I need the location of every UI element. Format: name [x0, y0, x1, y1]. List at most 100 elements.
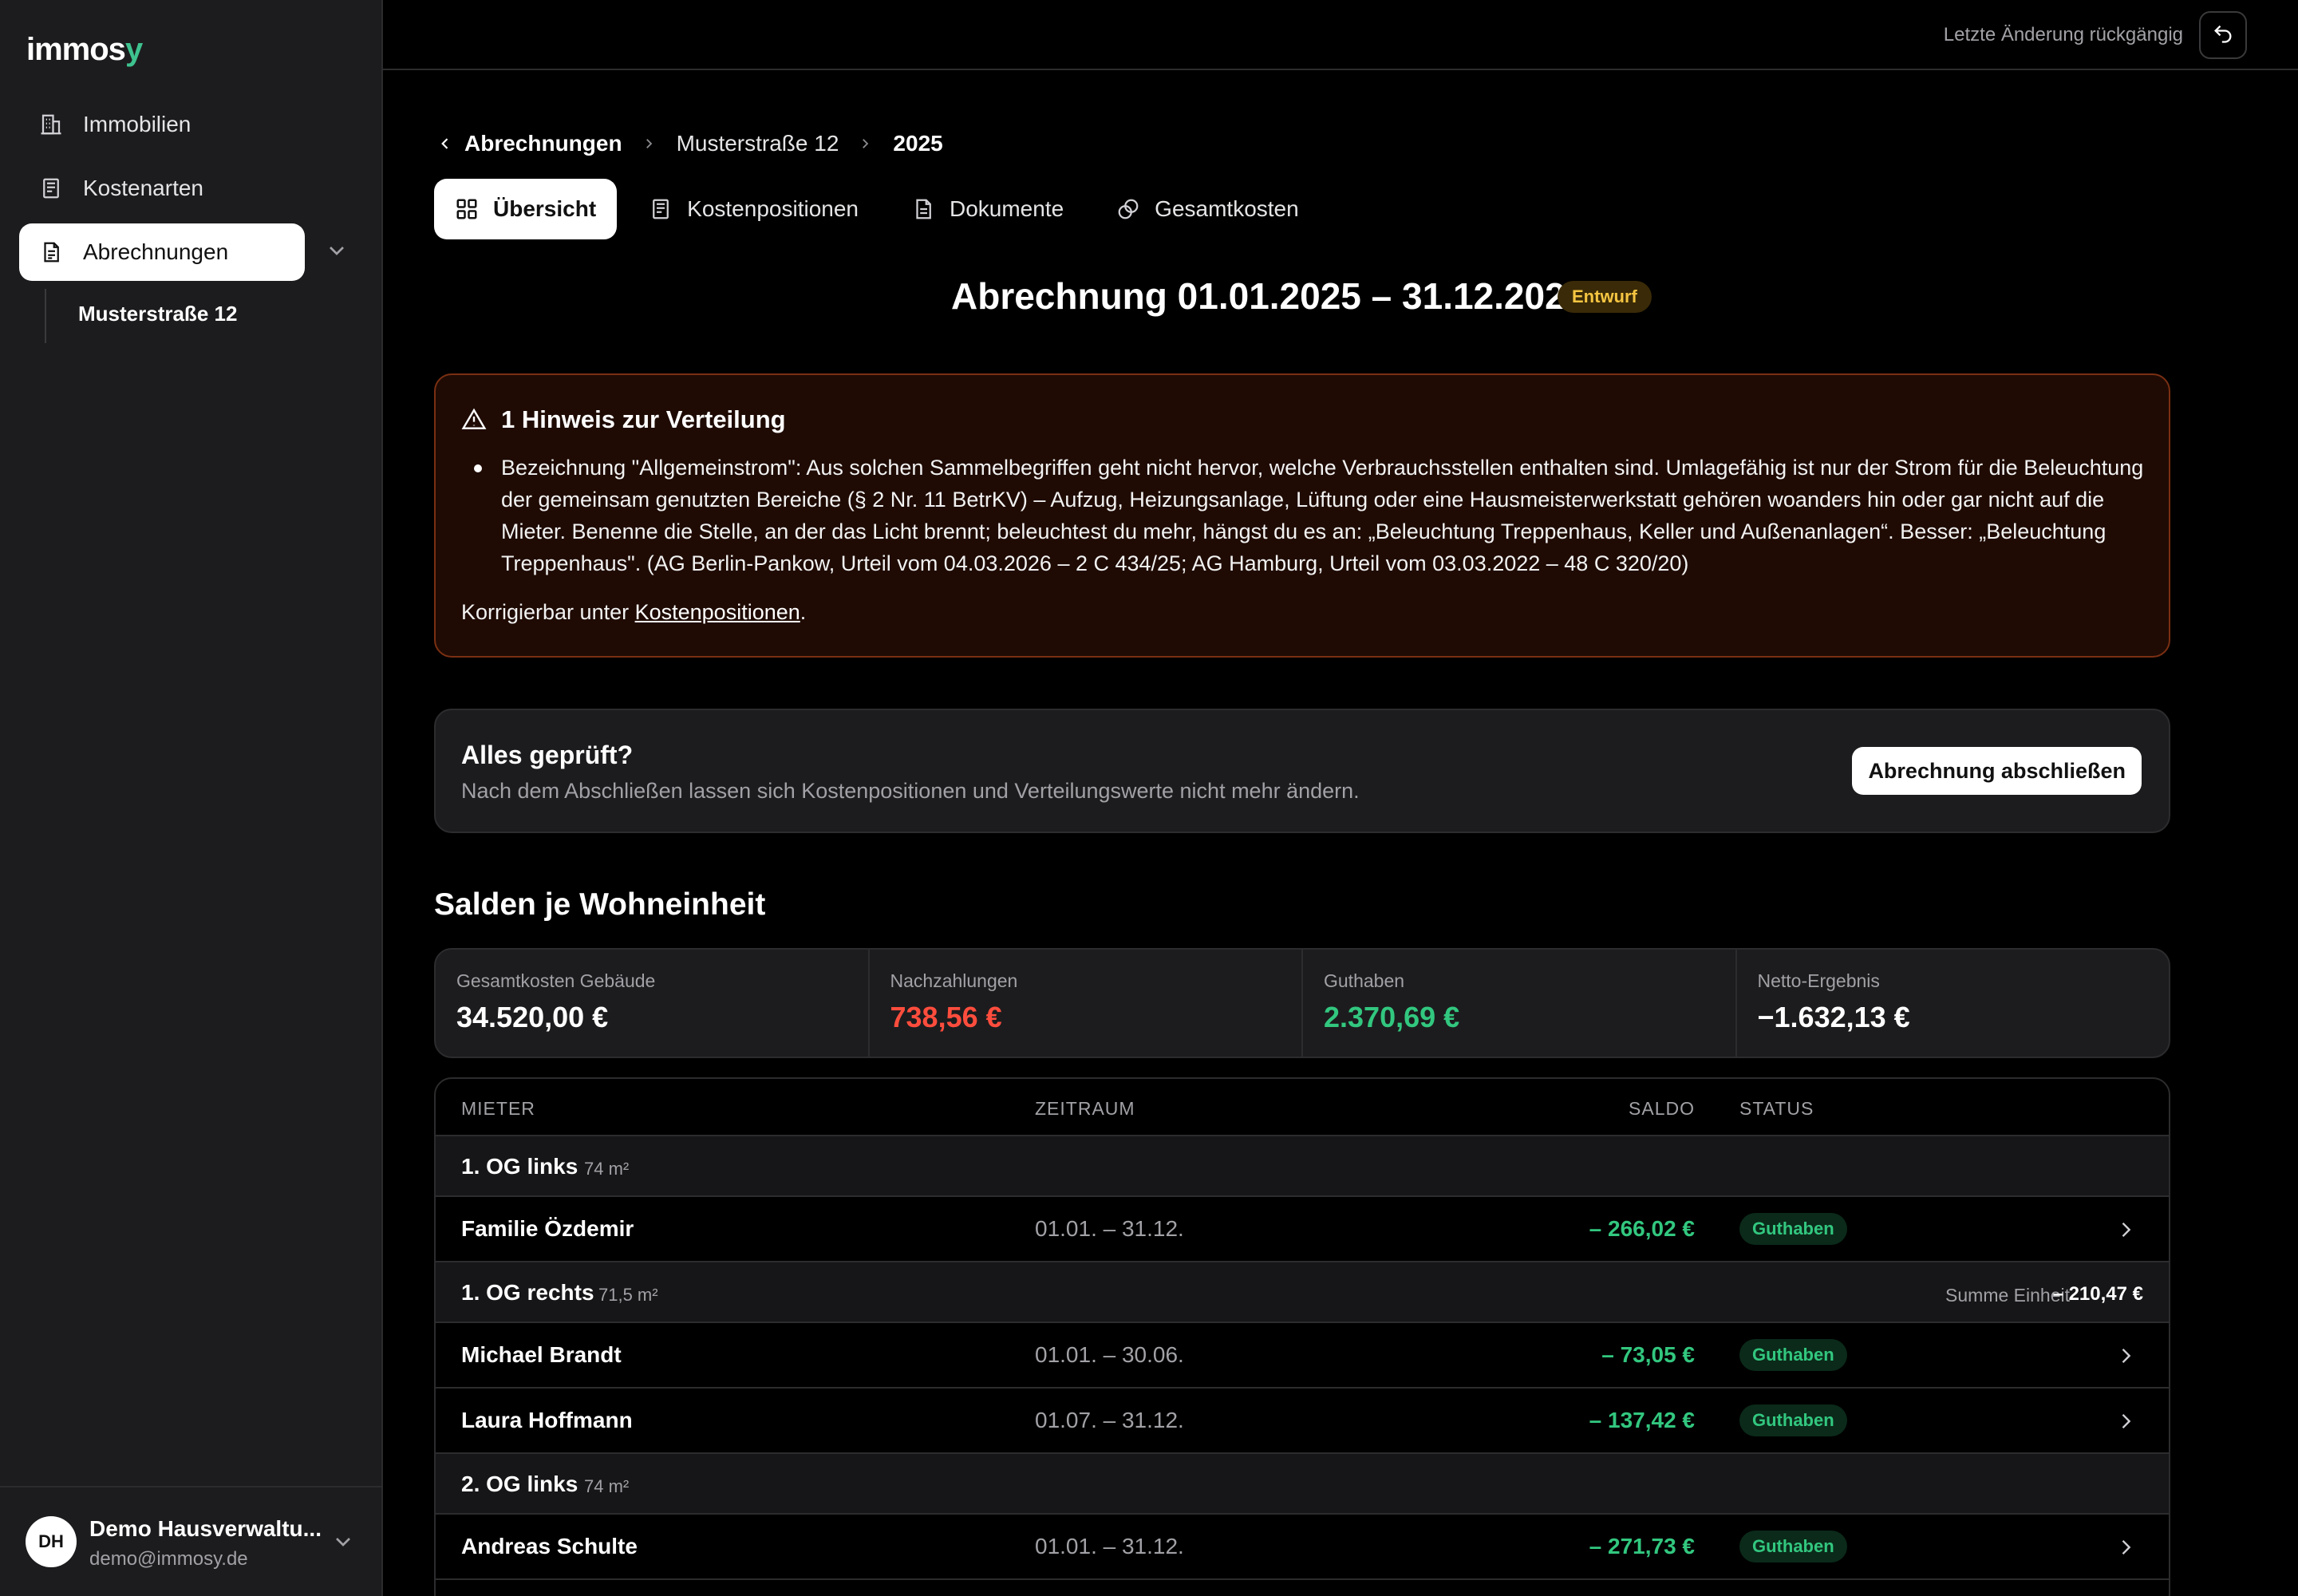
- tenant-name: Andreas Schulte: [461, 1534, 638, 1558]
- table-row[interactable]: Michael Brandt 01.01. – 30.06. – 73,05 €…: [436, 1323, 2169, 1389]
- unit-area: 74 m²: [584, 1159, 630, 1179]
- finalize-card: Alles geprüft? Nach dem Abschließen lass…: [434, 709, 2170, 833]
- tenant-period: 01.01. – 31.12.: [1035, 1534, 1184, 1558]
- undo-button[interactable]: [2199, 11, 2247, 59]
- coins-icon: [1116, 197, 1140, 221]
- chevron-down-icon[interactable]: [330, 1529, 356, 1555]
- sidebar-item-immobilien[interactable]: Immobilien: [19, 96, 305, 153]
- tab-dokumente[interactable]: Dokumente: [890, 179, 1084, 239]
- account-switcher[interactable]: DH Demo Hausverwaltu... demo@immosy.de: [0, 1486, 381, 1596]
- tab-uebersicht[interactable]: Übersicht: [434, 179, 618, 239]
- tenant-name: Laura Hoffmann: [461, 1408, 633, 1432]
- undo-label: Letzte Änderung rückgängig: [1943, 24, 2183, 45]
- column-header-status[interactable]: STATUS: [1739, 1098, 1814, 1120]
- chevron-left-icon[interactable]: [437, 136, 453, 152]
- unit-group-row: 1. OG rechts 71,5 m² Summe Einheit – 210…: [436, 1262, 2169, 1323]
- table-row[interactable]: Andreas Schulte 01.01. – 31.12. – 271,73…: [436, 1515, 2169, 1580]
- warning-title: 1 Hinweis zur Verteilung: [501, 405, 786, 433]
- sidebar-item-label: Immobilien: [83, 112, 192, 136]
- stat-credits: Guthaben 2.370,69 €: [1303, 950, 1737, 1057]
- tenant-name: Familie Özdemir: [461, 1216, 634, 1241]
- warning-item: Bezeichnung "Allgemeinstrom": Aus solche…: [501, 456, 2144, 575]
- unit-area: 74 m²: [584, 1476, 630, 1496]
- unit-sum-label: Summe Einheit: [1945, 1285, 2070, 1306]
- chevron-down-icon[interactable]: [324, 238, 349, 263]
- tenant-balance: – 266,02 €: [1589, 1216, 1695, 1241]
- tenant-balance: – 137,42 €: [1589, 1408, 1695, 1432]
- tab-label: Kostenpositionen: [687, 196, 859, 221]
- section-title: Salden je Wohneinheit: [434, 887, 766, 922]
- stat-additional-payments: Nachzahlungen 738,56 €: [870, 950, 1303, 1057]
- tab-label: Gesamtkosten: [1155, 196, 1299, 221]
- status-badge: Guthaben: [1739, 1339, 1847, 1371]
- breadcrumb-property-link[interactable]: Musterstraße 12: [677, 131, 839, 156]
- finalize-title: Alles geprüft?: [461, 741, 634, 769]
- building-icon: [38, 112, 64, 137]
- sidebar-item-abrechnungen[interactable]: Abrechnungen: [19, 223, 305, 281]
- table-row[interactable]: Familie Özdemir 01.01. – 31.12. – 266,02…: [436, 1197, 2169, 1262]
- unit-name: 2. OG links: [461, 1472, 578, 1496]
- warning-footer: Korrigierbar unter Kostenpositionen.: [461, 600, 807, 624]
- grid-icon: [455, 197, 479, 221]
- sidebar-subitem-musterstrasse[interactable]: Musterstraße 12: [78, 302, 237, 326]
- bullet: [474, 464, 482, 472]
- org-name: Demo Hausverwaltu...: [89, 1516, 322, 1541]
- sidebar: immosy Immobilien Kostenarten Abrechnung…: [0, 0, 383, 1596]
- chevron-right-icon[interactable]: [2114, 1410, 2137, 1432]
- avatar: DH: [26, 1516, 77, 1567]
- tab-label: Übersicht: [493, 196, 597, 221]
- tenant-name: Michael Brandt: [461, 1342, 622, 1367]
- finalize-button[interactable]: Abrechnung abschließen: [1852, 747, 2142, 795]
- balances-table: MIETER ZEITRAUM SALDO STATUS 1. OG links…: [434, 1077, 2170, 1596]
- warning-heading: 1 Hinweis zur Verteilung: [461, 405, 786, 434]
- table-row[interactable]: Laura Hoffmann 01.07. – 31.12. – 137,42 …: [436, 1389, 2169, 1454]
- stat-net-result: Netto-Ergebnis −1.632,13 €: [1757, 970, 1910, 1033]
- undo-icon: [2212, 22, 2234, 49]
- kostenpositionen-link[interactable]: Kostenpositionen: [635, 600, 800, 624]
- column-header-tenant[interactable]: MIETER: [461, 1098, 535, 1120]
- tab-kostenpositionen[interactable]: Kostenpositionen: [628, 179, 879, 239]
- column-header-period[interactable]: ZEITRAUM: [1035, 1098, 1135, 1120]
- finalize-subtitle: Nach dem Abschließen lassen sich Kostenp…: [461, 779, 1360, 803]
- unit-sum-value: – 210,47 €: [2052, 1283, 2143, 1305]
- chevron-right-icon[interactable]: [2114, 1536, 2137, 1558]
- breadcrumb-current: 2025: [893, 131, 943, 156]
- status-badge: Guthaben: [1739, 1213, 1847, 1245]
- file-icon: [911, 197, 935, 221]
- page-title: Abrechnung 01.01.2025 – 31.12.2025: [951, 275, 1586, 317]
- topbar: Letzte Änderung rückgängig: [383, 0, 2298, 70]
- status-badge: Guthaben: [1739, 1531, 1847, 1562]
- unit-name: 1. OG rechts: [461, 1280, 594, 1305]
- tenant-period: 01.07. – 31.12.: [1035, 1408, 1184, 1432]
- tenant-balance: – 271,73 €: [1589, 1534, 1695, 1558]
- document-icon: [38, 239, 64, 265]
- tab-gesamtkosten[interactable]: Gesamtkosten: [1096, 179, 1320, 239]
- chevron-right-icon[interactable]: [2114, 1345, 2137, 1367]
- receipt-icon: [649, 197, 673, 221]
- tenant-period: 01.01. – 31.12.: [1035, 1216, 1184, 1241]
- unit-name: 1. OG links: [461, 1154, 578, 1179]
- sidebar-item-label: Kostenarten: [83, 176, 203, 200]
- tenant-balance: – 73,05 €: [1601, 1342, 1695, 1367]
- tenant-period: 01.01. – 30.06.: [1035, 1342, 1184, 1367]
- app-logo[interactable]: immosy: [26, 32, 143, 68]
- sidebar-item-kostenarten[interactable]: Kostenarten: [19, 160, 305, 217]
- column-header-balance[interactable]: SALDO: [1629, 1098, 1695, 1120]
- sidebar-item-label: Abrechnungen: [83, 239, 229, 264]
- breadcrumb: Abrechnungen Musterstraße 12 2025: [437, 129, 943, 158]
- distribution-warning: 1 Hinweis zur Verteilung Bezeichnung "Al…: [434, 373, 2170, 658]
- summary-stats: Gesamtkosten Gebäude 34.520,00 € Nachzah…: [434, 948, 2170, 1058]
- breadcrumb-back-link[interactable]: Abrechnungen: [464, 131, 622, 156]
- submenu-line: [45, 289, 46, 343]
- status-badge: Entwurf: [1558, 281, 1652, 313]
- tab-label: Dokumente: [949, 196, 1064, 221]
- unit-area: 71,5 m²: [598, 1285, 658, 1305]
- account-email: demo@immosy.de: [89, 1548, 248, 1570]
- unit-group-row: 1. OG links 74 m²: [436, 1136, 2169, 1197]
- chevron-right-icon: [642, 136, 657, 152]
- table-header: MIETER ZEITRAUM SALDO STATUS: [436, 1079, 2169, 1136]
- warning-list: Bezeichnung "Allgemeinstrom": Aus solche…: [474, 452, 2145, 579]
- chevron-right-icon[interactable]: [2114, 1219, 2137, 1241]
- chevron-right-icon: [858, 136, 874, 152]
- warning-triangle-icon: [461, 407, 487, 433]
